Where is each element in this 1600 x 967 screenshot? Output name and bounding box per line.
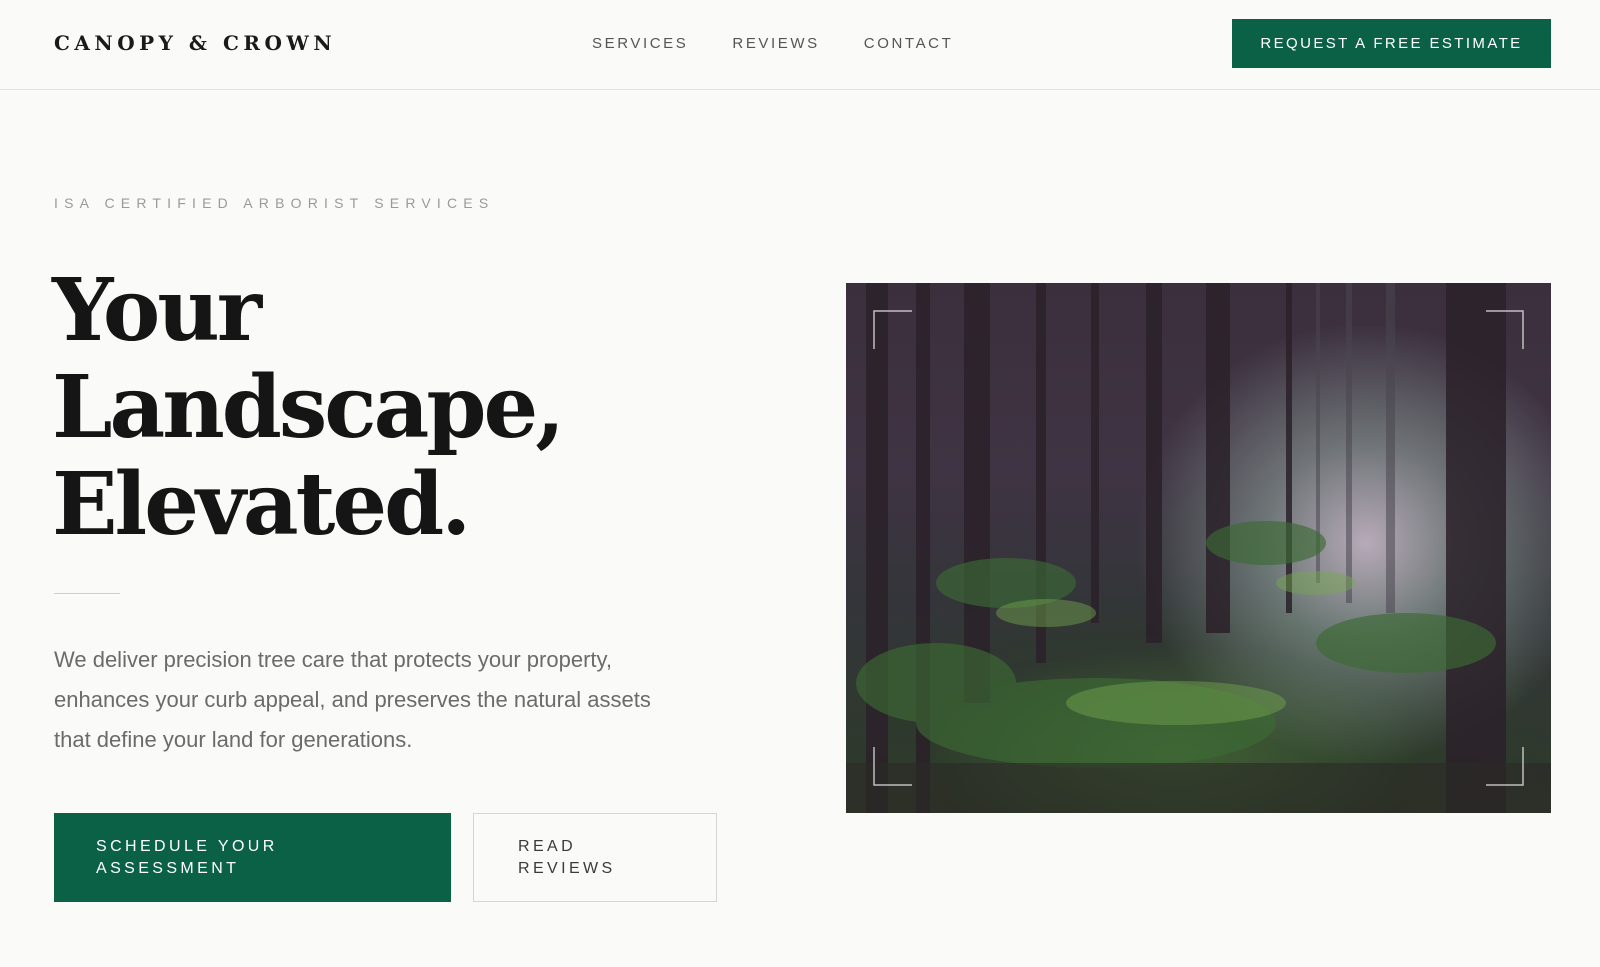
hero-eyebrow: ISA CERTIFIED ARBORIST SERVICES [54,195,495,211]
site-header: CANOPY & CROWN SERVICES REVIEWS CONTACT … [0,0,1600,90]
reviews-button-line-2: REVIEWS [518,859,616,877]
schedule-button-line-2: ASSESSMENT [96,859,240,877]
divider [54,593,120,594]
forest-photo [846,283,1551,813]
schedule-button-line-1: SCHEDULE YOUR [96,837,278,855]
headline-line-3: Elevated. [52,454,471,555]
main-nav: SERVICES REVIEWS CONTACT [592,35,953,52]
forest-illustration [846,283,1551,813]
hero-description: We deliver precision tree care that prot… [54,647,651,752]
brand-logo[interactable]: CANOPY & CROWN [54,31,336,55]
reviews-button-line-1: READ [518,837,577,855]
nav-contact-link[interactable]: CONTACT [864,35,954,52]
schedule-assessment-button[interactable]: SCHEDULE YOUR ASSESSMENT [54,813,451,902]
nav-services-link[interactable]: SERVICES [592,35,688,52]
request-estimate-button[interactable]: REQUEST A FREE ESTIMATE [1232,19,1551,68]
nav-reviews-link[interactable]: REVIEWS [732,35,819,52]
headline-line-1: Your [52,260,262,361]
hero-headline: Your Landscape, Elevated. [52,262,692,553]
read-reviews-button[interactable]: READ REVIEWS [473,813,717,902]
headline-line-2: Landscape, [52,357,565,458]
